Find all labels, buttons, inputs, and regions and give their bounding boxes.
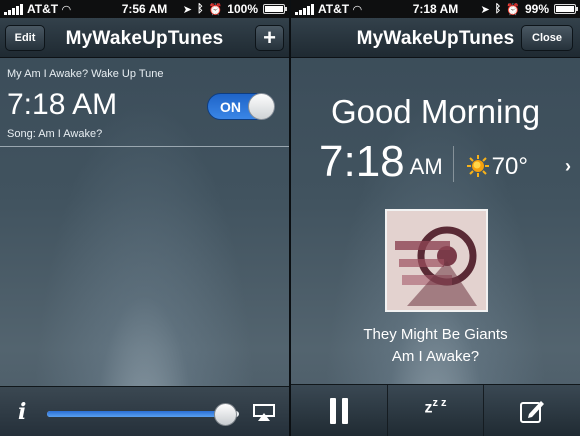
temperature: 70° bbox=[491, 153, 528, 180]
add-alarm-button[interactable]: + bbox=[255, 25, 284, 51]
battery-icon bbox=[554, 4, 578, 14]
album-art-image bbox=[387, 211, 486, 310]
edit-icon bbox=[520, 401, 545, 423]
alarm-list-screen: AT&T ◠ 7:56 AM ➤ ᛒ ⏰ 100% Edit MyWakeUpT… bbox=[0, 0, 289, 436]
status-bar: AT&T ◠ 7:56 AM ➤ ᛒ ⏰ 100% bbox=[0, 0, 289, 18]
artist-name: They Might Be Giants bbox=[363, 326, 508, 343]
volume-slider[interactable] bbox=[47, 411, 239, 417]
track-title: Am I Awake? bbox=[391, 348, 480, 365]
clock-row: 7:18 AM 70° bbox=[319, 138, 528, 184]
bluetooth-icon: ᛒ bbox=[494, 3, 502, 15]
snooze-button[interactable]: zz z bbox=[388, 385, 485, 436]
nav-bar: Edit MyWakeUpTunes + bbox=[0, 18, 289, 58]
location-icon: ➤ bbox=[182, 3, 192, 16]
alarm-label: My Am I Awake? Wake Up Tune bbox=[7, 68, 164, 80]
album-art bbox=[385, 209, 488, 312]
wake-screen: AT&T ◠ 7:18 AM ➤ ᛒ ⏰ 99% MyWakeUpTunes C… bbox=[291, 0, 580, 436]
clock-separator bbox=[452, 146, 454, 182]
nav-bar: MyWakeUpTunes Close bbox=[291, 18, 580, 58]
pause-button[interactable] bbox=[291, 385, 388, 436]
status-right: ➤ ᛒ ⏰ 99% bbox=[480, 2, 578, 16]
sun-icon bbox=[466, 155, 489, 177]
battery-percent: 99% bbox=[524, 2, 549, 16]
alarm-song: Song: Am I Awake? bbox=[7, 128, 103, 140]
location-icon: ➤ bbox=[480, 3, 490, 16]
greeting: Good Morning bbox=[330, 93, 541, 130]
volume-fill bbox=[47, 411, 226, 417]
playback-toolbar: zz z bbox=[291, 384, 580, 436]
airplay-icon[interactable] bbox=[253, 404, 275, 422]
pause-icon bbox=[329, 398, 348, 424]
bottom-toolbar: i bbox=[0, 386, 289, 436]
status-right: ➤ ᛒ ⏰ 100% bbox=[182, 2, 287, 16]
clock-ampm: AM bbox=[409, 154, 443, 179]
status-bar: AT&T ◠ 7:18 AM ➤ ᛒ ⏰ 99% bbox=[291, 0, 580, 18]
volume-knob[interactable] bbox=[213, 403, 237, 426]
info-icon[interactable]: i bbox=[18, 399, 26, 425]
alarm-clock-icon: ⏰ bbox=[208, 3, 223, 16]
toggle-label: ON bbox=[220, 99, 241, 115]
edit-alarm-button[interactable] bbox=[484, 385, 580, 436]
nav-title: MyWakeUpTunes bbox=[65, 28, 224, 49]
alarm-time: 7:18 AM bbox=[7, 88, 118, 121]
alarm-toggle[interactable]: ON bbox=[207, 93, 275, 120]
battery-percent: 100% bbox=[227, 2, 258, 16]
bluetooth-icon: ᛒ bbox=[196, 3, 204, 15]
battery-icon bbox=[263, 4, 287, 14]
chevron-right-icon[interactable]: › bbox=[565, 156, 571, 177]
clock-time: 7:18 bbox=[319, 137, 405, 186]
alarm-row[interactable]: My Am I Awake? Wake Up Tune 7:18 AM Song… bbox=[0, 59, 289, 147]
alarm-clock-icon: ⏰ bbox=[506, 3, 520, 16]
snooze-icon: zz z bbox=[424, 397, 447, 417]
close-button[interactable]: Close bbox=[521, 25, 573, 51]
toggle-knob bbox=[248, 93, 275, 120]
